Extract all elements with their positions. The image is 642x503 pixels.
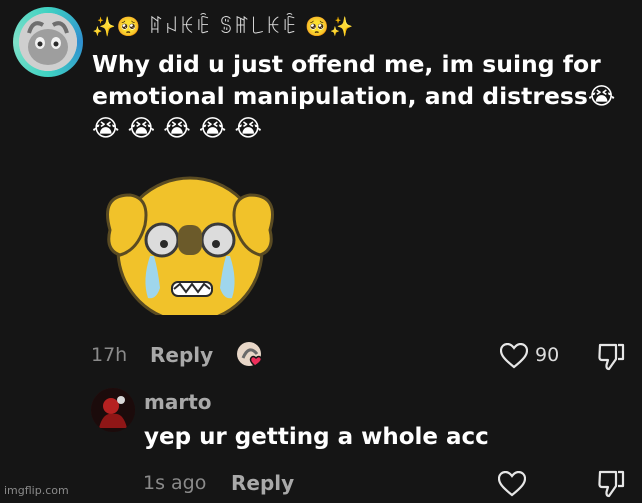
imgflip-watermark: imgflip.com	[4, 484, 69, 497]
reply-meta-row: 1s ago Reply	[0, 468, 642, 502]
crying-emoji-sticker	[106, 176, 274, 315]
avatar-face-icon	[19, 13, 77, 71]
creator-heart-avatar-icon	[235, 340, 267, 372]
avatar-figure-icon	[91, 388, 135, 432]
reply-thumbs-down-icon[interactable]	[597, 469, 625, 499]
reply-text: yep ur getting a whole acc	[144, 424, 489, 450]
comment-time: 17h	[91, 344, 128, 366]
comment-meta-row: 17h Reply 90	[0, 340, 642, 374]
reply-username[interactable]: marto	[144, 390, 212, 414]
like-heart-icon[interactable]	[499, 342, 529, 369]
reply-like-heart-icon[interactable]	[497, 470, 527, 497]
avatar-image	[19, 13, 77, 71]
reply-reply-button[interactable]: Reply	[231, 471, 294, 495]
reply-button[interactable]: Reply	[150, 343, 213, 367]
thumbs-down-icon[interactable]	[597, 342, 625, 372]
like-count: 90	[535, 344, 560, 366]
reply-avatar[interactable]	[91, 388, 135, 432]
commenter-username[interactable]: ✨🥺 ꍏꈤꀘꍟ ꌚꂵ꒒ꀘꍟ 🥺✨	[92, 13, 354, 38]
comment-text: Why did u just offend me, im suing for e…	[92, 50, 616, 142]
reply-time: 1s ago	[143, 472, 207, 494]
commenter-avatar[interactable]	[13, 7, 83, 77]
